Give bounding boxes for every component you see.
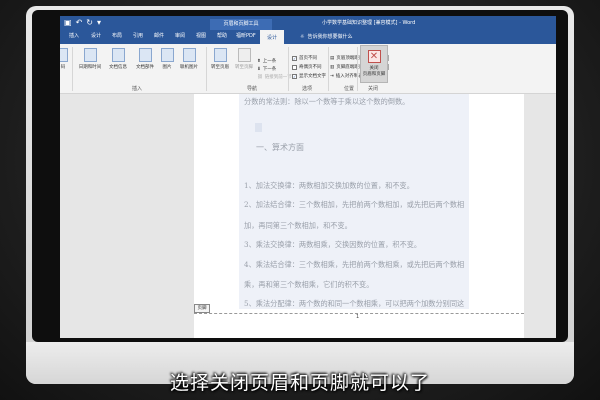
document-area[interactable]: 分数的常法则：除以一个数等于乘以这个数的倒数。 一、算术方面 1、加法交换律：两… <box>60 94 556 338</box>
checkbox-checked-icon: ✓ <box>292 55 297 61</box>
quick-access-toolbar: ▣ ↶ ↻ ▾ <box>64 18 101 27</box>
save-icon[interactable]: ▣ <box>64 18 72 27</box>
ribbon: 码 日期和时间 文档信息 文档部件 图片 联机图片 插入 转至页眉 转至页脚 ⬆… <box>60 44 556 94</box>
online-picture-button[interactable]: 联机图片 <box>176 46 202 70</box>
header-position-icon: ▤ <box>330 55 335 61</box>
document-title: 小学数学基础知识整理 [兼容模式] - Word <box>322 20 416 26</box>
page-number-button[interactable]: 码 <box>60 46 70 70</box>
section-heading: 一、算术方面 <box>256 143 304 152</box>
picture-button[interactable]: 图片 <box>158 46 176 70</box>
body-line: 乘，再和第三个数相乘，它们的积不变。 <box>244 280 374 289</box>
document-info-icon <box>111 48 125 62</box>
undo-icon[interactable]: ↶ <box>76 18 83 27</box>
close-header-footer-button[interactable]: ✕ 关闭 页眉和页脚 <box>360 45 388 83</box>
lightbulb-icon: ☼ <box>300 33 305 40</box>
footer-position-icon: ▥ <box>330 64 335 70</box>
goto-footer-icon <box>237 48 251 62</box>
ribbon-tabs: 插入 设计 布局 引用 邮件 审阅 视图 帮助 福昕PDF 设计 ☼ 告诉我你想… <box>60 30 556 44</box>
video-subtitle: 选择关闭页眉和页脚就可以了 <box>169 372 430 394</box>
page[interactable]: 分数的常法则：除以一个数等于乘以这个数的倒数。 一、算术方面 1、加法交换律：两… <box>194 94 524 338</box>
body-line: 分数的常法则：除以一个数等于乘以这个数的倒数。 <box>244 97 410 106</box>
tell-me-text: 告诉我你想要做什么 <box>307 34 353 40</box>
close-group-label: 关闭 <box>368 86 379 92</box>
body-line: 5、乘法分配律：两个数的和同一个数相乘，可以把两个加数分别同这 <box>244 299 465 308</box>
different-first-page-checkbox[interactable]: ✓ 首页不同 <box>292 55 317 61</box>
redo-icon[interactable]: ↻ <box>86 18 93 27</box>
body-line: 3、乘法交换律：两数相乘，交换因数的位置，积不变。 <box>244 240 422 249</box>
quick-parts-button[interactable]: 文档部件 <box>132 46 158 70</box>
group-separator <box>357 47 358 91</box>
tab-references[interactable]: 引用 <box>133 32 143 39</box>
online-picture-icon <box>182 48 196 62</box>
tab-design-doc[interactable]: 设计 <box>91 32 101 39</box>
tab-help[interactable]: 帮助 <box>217 32 227 39</box>
goto-header-button[interactable]: 转至页眉 <box>208 46 232 70</box>
body-line: 4、乘法结合律：三个数相乘，先把前两个数相乘，或先把后两个数相 <box>244 260 465 269</box>
tab-insert[interactable]: 插入 <box>69 32 79 39</box>
footer-tag: 页脚 <box>194 304 210 313</box>
tab-header-footer-design[interactable]: 设计 <box>260 30 285 44</box>
goto-header-icon <box>213 48 227 62</box>
different-odd-even-checkbox[interactable]: 奇偶页不同 <box>292 64 322 70</box>
group-separator <box>72 47 73 91</box>
insert-group-label: 插入 <box>132 86 143 92</box>
navigation-group-label: 导航 <box>247 86 258 92</box>
page-number[interactable]: 1 <box>356 314 359 320</box>
close-icon: ✕ <box>367 50 381 63</box>
goto-footer-button[interactable]: 转至页脚 <box>232 46 256 70</box>
quick-parts-icon <box>138 48 152 62</box>
previous-icon: ⬆ <box>257 58 261 64</box>
customize-qat-icon[interactable]: ▾ <box>97 18 101 27</box>
calendar-icon <box>83 48 97 62</box>
group-separator <box>328 47 329 91</box>
group-separator <box>206 47 207 91</box>
next-icon: ⬇ <box>257 66 261 72</box>
title-bar: ▣ ↶ ↻ ▾ 页眉和页脚工具 小学数学基础知识整理 [兼容模式] - Word <box>60 16 556 30</box>
options-group-label: 选项 <box>302 86 313 92</box>
body-line: 1、加法交换律：两数相加交换加数的位置，和不变。 <box>244 181 414 190</box>
page-number-icon <box>60 48 68 62</box>
link-icon: ⛓ <box>257 74 263 80</box>
tab-layout[interactable]: 布局 <box>112 32 122 39</box>
group-separator <box>288 47 289 91</box>
body-line: 加，再同第三个数相加，和不变。 <box>244 221 352 230</box>
link-to-previous-button[interactable]: ⛓ 链接到前一节 <box>257 74 292 81</box>
contextual-tab-title: 页眉和页脚工具 <box>210 19 272 30</box>
checkbox-checked-icon: ✓ <box>292 73 297 79</box>
alignment-tab-icon: ⇥ <box>330 73 334 79</box>
body-line: 2、加法结合律：三个数相加，先把前两个数相加，或先把后两个数相 <box>244 200 465 209</box>
word-window: ▣ ↶ ↻ ▾ 页眉和页脚工具 小学数学基础知识整理 [兼容模式] - Word… <box>60 16 556 338</box>
tab-review[interactable]: 审阅 <box>175 32 185 39</box>
paragraph-mark <box>255 123 262 132</box>
checkbox-empty-icon <box>292 64 297 70</box>
tell-me-box[interactable]: ☼ 告诉我你想要做什么 <box>300 33 353 41</box>
position-group-label: 位置 <box>344 86 355 92</box>
tab-foxit-pdf[interactable]: 福昕PDF <box>236 32 256 39</box>
show-document-text-checkbox[interactable]: ✓ 显示文档文字 <box>292 73 326 79</box>
document-info-button[interactable]: 文档信息 <box>105 46 131 70</box>
next-button[interactable]: ⬇ 下一条 <box>257 66 276 73</box>
tab-mailings[interactable]: 邮件 <box>154 32 164 39</box>
monitor: ▣ ↶ ↻ ▾ 页眉和页脚工具 小学数学基础知识整理 [兼容模式] - Word… <box>26 6 574 384</box>
previous-button[interactable]: ⬆ 上一条 <box>257 58 276 65</box>
video-frame: ▣ ↶ ↻ ▾ 页眉和页脚工具 小学数学基础知识整理 [兼容模式] - Word… <box>0 0 600 400</box>
tab-view[interactable]: 视图 <box>196 32 206 39</box>
date-time-button[interactable]: 日期和时间 <box>76 46 104 70</box>
picture-icon <box>160 48 174 62</box>
